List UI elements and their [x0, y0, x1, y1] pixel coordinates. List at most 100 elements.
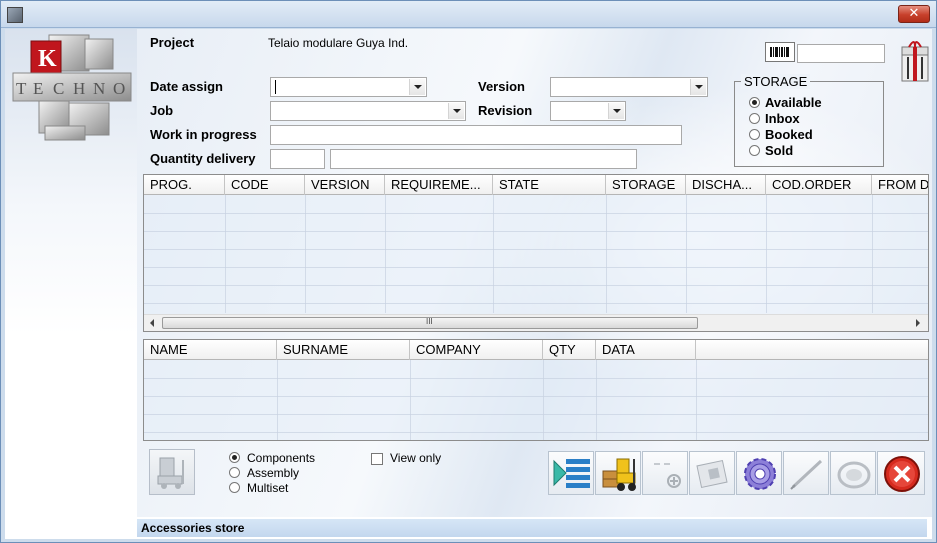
view-only-label: View only [390, 451, 442, 465]
project-label: Project [150, 35, 195, 50]
globe-disabled-icon [837, 461, 871, 489]
status-bar: Accessories store [5, 517, 932, 539]
chevron-down-icon[interactable] [608, 103, 624, 119]
logo-letter-h: H [73, 79, 85, 98]
qty-delivery-note-input[interactable] [330, 149, 637, 169]
date-assign-dropdown[interactable] [270, 77, 427, 97]
column-header-discharge[interactable]: DISCHA... [686, 175, 766, 195]
close-form-button[interactable] [877, 451, 925, 495]
gear-icon [744, 458, 776, 490]
chevron-down-icon[interactable] [690, 79, 706, 95]
items-grid-header: PROG. CODE VERSION REQUIREME... STATE ST… [144, 175, 928, 195]
qty-delivery-label: Quantity delivery [150, 151, 256, 166]
scroll-left-icon[interactable] [150, 319, 154, 327]
forklift-button[interactable] [595, 451, 641, 495]
edit-document-button[interactable] [689, 451, 735, 495]
radio-icon[interactable] [229, 467, 240, 478]
view-only-checkbox[interactable] [371, 453, 383, 465]
type-option-assembly[interactable]: Assembly [229, 466, 299, 480]
radio-icon[interactable] [749, 145, 760, 156]
logo-letter-e: E [33, 79, 43, 98]
storage-option-booked[interactable]: Booked [749, 127, 813, 143]
qty-delivery-input[interactable] [270, 149, 325, 169]
logo-letter-o: O [113, 79, 125, 98]
radio-label: Booked [765, 127, 813, 142]
document-disabled-icon [696, 459, 728, 489]
scroll-right-icon[interactable] [916, 319, 920, 327]
radio-icon[interactable] [229, 452, 240, 463]
chevron-down-icon[interactable] [448, 103, 464, 119]
logo-letter-t: T [16, 79, 27, 98]
window-close-button[interactable]: ✕ [898, 5, 930, 23]
close-icon [884, 456, 920, 492]
settings-button[interactable] [736, 451, 782, 495]
list-play-button[interactable] [548, 451, 594, 495]
project-value: Telaio modulare Guya Ind. [268, 36, 409, 50]
radio-icon[interactable] [229, 482, 240, 493]
job-dropdown[interactable] [270, 101, 466, 121]
storage-option-available[interactable]: Available [749, 95, 822, 111]
barcode-input[interactable] [797, 44, 885, 63]
application-window: ✕ K T E C H N O Project Telaio modulare … [0, 0, 937, 543]
status-text: Accessories store [141, 521, 245, 535]
column-header-qty[interactable]: QTY [543, 340, 596, 360]
logo-letter-c: C [53, 79, 64, 98]
radio-icon[interactable] [749, 97, 760, 108]
version-label: Version [478, 79, 525, 94]
package-icon[interactable] [899, 35, 931, 87]
revision-dropdown[interactable] [550, 101, 626, 121]
app-icon[interactable] [7, 7, 23, 23]
chevron-down-icon[interactable] [409, 79, 425, 95]
radio-label: Inbox [765, 111, 800, 126]
column-header-from-d[interactable]: FROM D [872, 175, 928, 195]
column-header-version[interactable]: VERSION [305, 175, 385, 195]
radio-icon[interactable] [749, 113, 760, 124]
text-caret [275, 80, 276, 94]
column-header-cod-order[interactable]: COD.ORDER [766, 175, 872, 195]
column-header-storage[interactable]: STORAGE [606, 175, 686, 195]
storage-title: STORAGE [741, 74, 811, 89]
column-header-surname[interactable]: SURNAME [277, 340, 410, 360]
add-item-button[interactable] [642, 451, 688, 495]
wip-label: Work in progress [150, 127, 257, 142]
column-header-company[interactable]: COMPANY [410, 340, 543, 360]
wip-input[interactable] [270, 125, 682, 145]
forklift-disabled-icon [157, 457, 184, 489]
barcode-icon[interactable] [765, 42, 795, 62]
radio-icon[interactable] [749, 129, 760, 140]
job-label: Job [150, 103, 174, 118]
status-strip: Accessories store [137, 519, 927, 537]
logo-letter-k: K [38, 46, 57, 72]
draw-button[interactable] [783, 451, 829, 495]
column-header-code[interactable]: CODE [225, 175, 305, 195]
techno-logo: K T E C H N O [12, 34, 132, 141]
scrollbar-grip: III [426, 317, 433, 326]
left-panel: K T E C H N O [5, 29, 137, 539]
type-option-multiset[interactable]: Multiset [229, 481, 289, 495]
radio-label: Multiset [247, 481, 289, 495]
column-header-state[interactable]: STATE [493, 175, 606, 195]
client-area: K T E C H N O Project Telaio modulare Gu… [5, 29, 932, 539]
search-disabled-button[interactable] [830, 451, 876, 495]
version-dropdown[interactable] [550, 77, 708, 97]
radio-label: Sold [765, 143, 794, 158]
date-assign-label: Date assign [150, 79, 223, 94]
type-option-components[interactable]: Components [229, 451, 316, 465]
column-header-requirement[interactable]: REQUIREME... [385, 175, 493, 195]
forklift-icon [602, 458, 636, 491]
add-disabled-icon [654, 463, 681, 488]
column-header-name[interactable]: NAME [144, 340, 277, 360]
radio-label: Components [247, 451, 316, 465]
column-header-data[interactable]: DATA [596, 340, 696, 360]
items-grid[interactable]: PROG. CODE VERSION REQUIREME... STATE ST… [143, 174, 929, 332]
people-grid[interactable]: NAME SURNAME COMPANY QTY DATA [143, 339, 929, 441]
column-header-prog[interactable]: PROG. [144, 175, 225, 195]
assembly-tool-button[interactable] [149, 449, 195, 495]
close-icon: ✕ [908, 6, 920, 21]
bottom-toolbar: Components Assembly Multiset View only [137, 441, 932, 517]
storage-option-inbox[interactable]: Inbox [749, 111, 800, 127]
storage-option-sold[interactable]: Sold [749, 143, 794, 159]
items-grid-horizontal-scrollbar[interactable]: III [144, 314, 928, 331]
people-grid-header: NAME SURNAME COMPANY QTY DATA [144, 340, 928, 360]
radio-label: Available [765, 95, 822, 110]
